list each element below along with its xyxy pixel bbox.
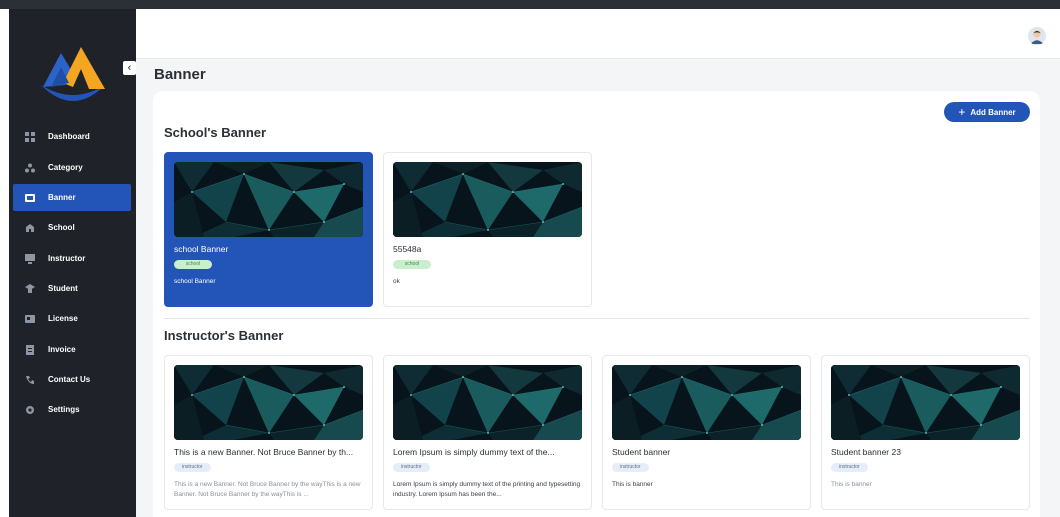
banner-tag: school	[174, 260, 212, 269]
sidebar-item-instructor[interactable]: Instructor	[13, 245, 131, 272]
banner-tag: instructor	[393, 463, 430, 472]
add-banner-label: Add Banner	[970, 107, 1016, 117]
sidebar-item-label: Settings	[48, 405, 80, 414]
gear-icon	[24, 404, 35, 415]
sidebar-item-dashboard[interactable]: Dashboard	[13, 123, 131, 150]
chevron-left-icon: ‹	[127, 62, 132, 74]
sidebar-item-label: Dashboard	[48, 132, 90, 141]
sidebar-item-label: Contact Us	[48, 375, 91, 384]
main-content: Banner + Add Banner School's Banner scho…	[136, 9, 1060, 517]
banner-title: 55548a	[393, 244, 422, 254]
sidebar-item-license[interactable]: License	[13, 305, 131, 332]
banner-icon	[24, 192, 35, 203]
school-icon	[24, 222, 35, 233]
banner-tag: school	[393, 260, 431, 269]
banner-tag: instructor	[612, 463, 649, 472]
school-banner-heading: School's Banner	[164, 125, 267, 140]
collapse-sidebar-button[interactable]: ‹	[123, 61, 136, 75]
banner-description: ok	[393, 278, 400, 285]
sidebar-item-banner[interactable]: Banner	[13, 184, 131, 211]
banner-description: This is banner	[612, 481, 653, 488]
banner-image	[393, 162, 582, 237]
license-icon	[24, 313, 35, 324]
instructor-banner-heading: Instructor's Banner	[164, 328, 284, 343]
sidebar-item-school[interactable]: School	[13, 214, 131, 241]
banner-card[interactable]: Lorem Ipsum is simply dummy text of the.…	[383, 355, 592, 510]
section-divider	[164, 318, 1030, 319]
banner-card[interactable]: Student banner 23 instructor This is ban…	[821, 355, 1030, 510]
brand-logo	[37, 39, 109, 103]
banner-title: Lorem Ipsum is simply dummy text of the.…	[393, 447, 555, 457]
sidebar-item-label: Category	[48, 163, 83, 172]
window-top-border	[0, 0, 1060, 9]
banner-card[interactable]: Student banner instructor This is banner	[602, 355, 811, 510]
banner-panel: + Add Banner School's Banner school Bann…	[153, 91, 1040, 517]
banner-card[interactable]: 55548a school ok	[383, 152, 592, 307]
sidebar-item-label: School	[48, 223, 75, 232]
category-icon	[24, 162, 35, 173]
user-avatar-icon[interactable]	[1028, 27, 1046, 45]
sidebar-item-invoice[interactable]: Invoice	[13, 336, 131, 363]
sidebar-item-label: Student	[48, 284, 78, 293]
sidebar-item-label: Invoice	[48, 345, 76, 354]
sidebar-item-settings[interactable]: Settings	[13, 396, 131, 423]
instructor-icon	[24, 253, 35, 264]
banner-card[interactable]: school Banner school school Banner	[164, 152, 373, 307]
plus-icon: +	[958, 105, 966, 119]
banner-image	[174, 162, 363, 237]
banner-card[interactable]: This is a new Banner. Not Bruce Banner b…	[164, 355, 373, 510]
banner-tag: instructor	[174, 463, 211, 472]
window-left-margin	[0, 9, 9, 517]
student-icon	[24, 283, 35, 294]
invoice-icon	[24, 344, 35, 355]
dashboard-icon	[24, 131, 35, 142]
banner-description: This is a new Banner. Not Bruce Banner b…	[174, 481, 361, 498]
phone-icon	[24, 374, 35, 385]
add-banner-button[interactable]: + Add Banner	[944, 102, 1030, 122]
banner-image	[174, 365, 363, 440]
sidebar-item-student[interactable]: Student	[13, 275, 131, 302]
banner-image	[612, 365, 801, 440]
page-title: Banner	[154, 66, 206, 83]
sidebar: ‹ Dashboard Category Banner School Instr…	[9, 9, 136, 517]
sidebar-item-label: Instructor	[48, 254, 86, 263]
banner-description: Lorem Ipsum is simply dummy text of the …	[393, 481, 581, 498]
banner-title: school Banner	[174, 244, 229, 254]
banner-title: Student banner	[612, 447, 671, 457]
sidebar-item-label: Banner	[48, 193, 76, 202]
banner-description: This is banner	[831, 481, 872, 488]
sidebar-item-category[interactable]: Category	[13, 154, 131, 181]
banner-image	[393, 365, 582, 440]
top-bar	[136, 9, 1060, 59]
banner-tag: instructor	[831, 463, 868, 472]
banner-description: school Banner	[174, 278, 216, 285]
sidebar-item-label: License	[48, 314, 78, 323]
sidebar-item-contact-us[interactable]: Contact Us	[13, 366, 131, 393]
banner-title: Student banner 23	[831, 447, 901, 457]
banner-title: This is a new Banner. Not Bruce Banner b…	[174, 447, 354, 457]
banner-image	[831, 365, 1020, 440]
